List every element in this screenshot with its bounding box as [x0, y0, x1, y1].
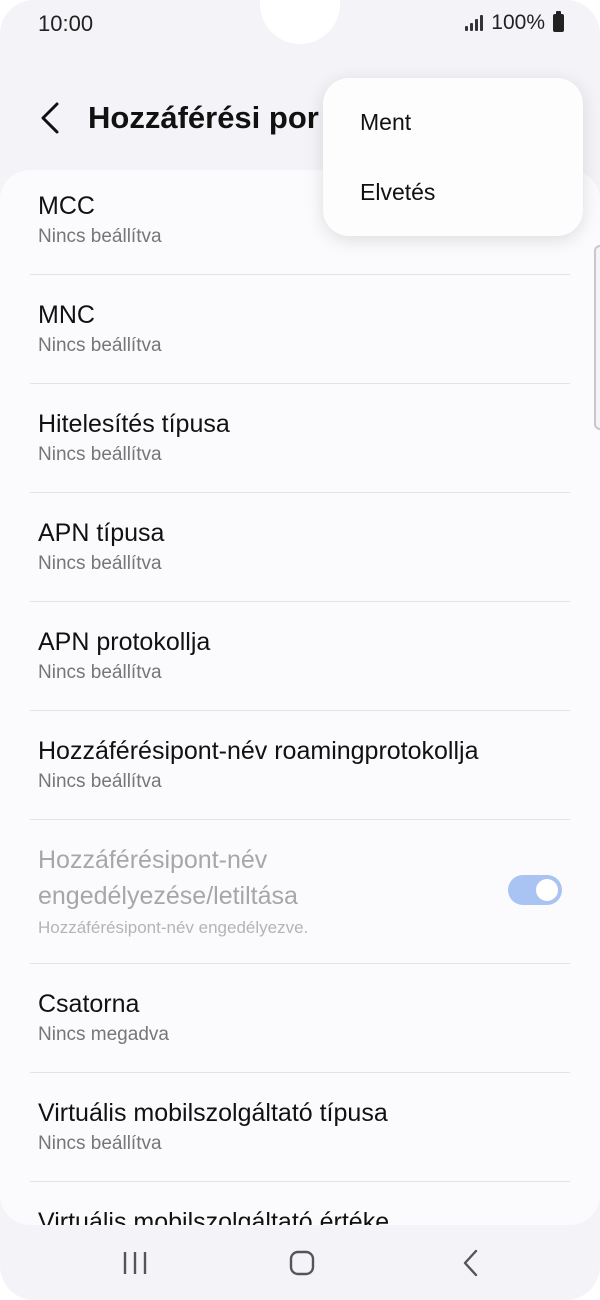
menu-item-save[interactable]: Ment — [360, 109, 411, 136]
divider — [30, 601, 570, 602]
divider — [30, 963, 570, 964]
overflow-menu: Ment Elvetés — [323, 78, 583, 236]
setting-value: Nincs beállítva — [38, 553, 162, 574]
back-button[interactable] — [28, 96, 72, 140]
setting-mvno-value[interactable]: Virtuális mobilszolgáltató értéke — [0, 1206, 600, 1225]
setting-value: Nincs beállítva — [38, 444, 162, 465]
home-button[interactable] — [277, 1245, 327, 1281]
back-icon — [463, 1249, 478, 1277]
setting-label: Csatorna — [38, 990, 140, 1018]
setting-value: Nincs beállítva — [38, 335, 162, 356]
setting-auth-type[interactable]: Hitelesítés típusa Nincs beállítva — [0, 408, 600, 466]
setting-apn-type[interactable]: APN típusa Nincs beállítva — [0, 517, 600, 575]
nav-back-button[interactable] — [446, 1245, 496, 1281]
chevron-left-icon — [41, 102, 59, 134]
setting-value: Hozzáférésipont-név engedélyezve. — [38, 918, 309, 937]
divider — [30, 819, 570, 820]
page-title: Hozzáférési por — [88, 100, 319, 135]
home-icon — [289, 1250, 315, 1276]
settings-list: MCC Nincs beállítva MNC Nincs beállítva … — [0, 170, 600, 1225]
recent-apps-icon — [123, 1252, 147, 1274]
setting-apn-protocol[interactable]: APN protokollja Nincs beállítva — [0, 626, 600, 684]
setting-label-line1: Hozzáférésipont-név — [38, 846, 268, 874]
apn-enable-toggle[interactable] — [508, 875, 562, 905]
status-icons: 100% — [465, 11, 564, 35]
signal-icon — [465, 15, 484, 31]
divider — [30, 1072, 570, 1073]
setting-channel[interactable]: Csatorna Nincs megadva — [0, 988, 600, 1046]
setting-label: APN protokollja — [38, 628, 211, 656]
battery-percent: 100% — [491, 11, 545, 34]
setting-mvno-type[interactable]: Virtuális mobilszolgáltató típusa Nincs … — [0, 1097, 600, 1155]
setting-label: Virtuális mobilszolgáltató típusa — [38, 1099, 388, 1127]
divider — [30, 1181, 570, 1182]
divider — [30, 492, 570, 493]
setting-value: Nincs beállítva — [38, 1133, 162, 1154]
setting-value: Nincs beállítva — [38, 662, 162, 683]
setting-label: Hozzáférésipont-név roamingprotokollja — [38, 737, 479, 765]
recent-apps-button[interactable] — [110, 1245, 160, 1281]
status-bar: 10:00 100% — [0, 0, 600, 48]
battery-icon — [553, 11, 564, 32]
setting-value: Nincs megadva — [38, 1024, 169, 1045]
phone-screen: 10:00 100% Hozzáférési por MCC Nincs beá… — [0, 0, 600, 1300]
scrollbar[interactable] — [594, 245, 600, 430]
divider — [30, 710, 570, 711]
divider — [30, 274, 570, 275]
setting-label: APN típusa — [38, 519, 165, 547]
setting-mnc[interactable]: MNC Nincs beállítva — [0, 299, 600, 357]
menu-item-discard[interactable]: Elvetés — [360, 179, 435, 206]
setting-label-line2: engedélyezése/letiltása — [38, 882, 298, 910]
setting-label: MNC — [38, 301, 95, 329]
setting-label: Hitelesítés típusa — [38, 410, 230, 438]
navigation-bar — [0, 1225, 600, 1300]
status-time: 10:00 — [38, 11, 94, 36]
setting-value: Nincs beállítva — [38, 771, 162, 792]
setting-apn-roaming-protocol[interactable]: Hozzáférésipont-név roamingprotokollja N… — [0, 735, 600, 793]
divider — [30, 383, 570, 384]
setting-label: Virtuális mobilszolgáltató értéke — [38, 1208, 390, 1225]
